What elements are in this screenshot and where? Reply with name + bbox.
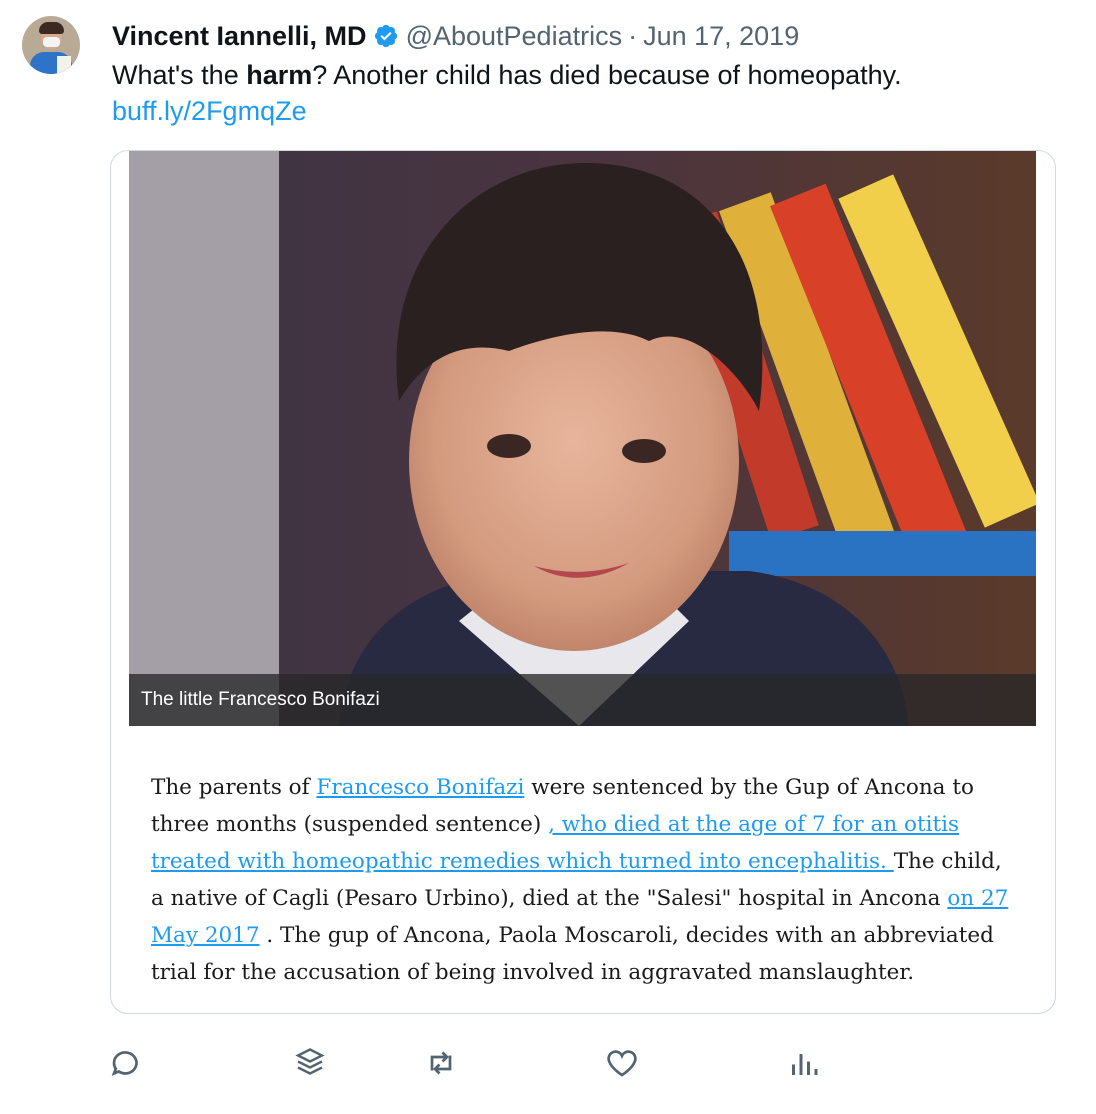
tweet-actions: [0, 1045, 1096, 1089]
photo-caption: The little Francesco Bonifazi: [129, 674, 1036, 726]
analytics-button[interactable]: [786, 1045, 822, 1081]
author-name[interactable]: Vincent Iannelli, MD: [112, 21, 367, 52]
tweet-date[interactable]: Jun 17, 2019: [643, 21, 799, 52]
stack-button[interactable]: [292, 1045, 328, 1081]
article-link-name[interactable]: Francesco Bonifazi: [316, 775, 524, 800]
child-portrait-image: [129, 151, 1036, 726]
reply-icon: [111, 1051, 138, 1076]
author-handle[interactable]: @AboutPediatrics: [406, 21, 623, 52]
reply-button[interactable]: [108, 1045, 144, 1081]
avatar-card: [57, 56, 71, 73]
article-excerpt: The parents of Francesco Bonifazi were s…: [151, 769, 1021, 991]
like-icon: [607, 1050, 637, 1077]
tweet-text-bold: harm: [246, 60, 313, 90]
stack-icon: [295, 1048, 325, 1075]
article-text-1: The parents of: [151, 775, 317, 800]
tweet-header: Vincent Iannelli, MD @AboutPediatrics · …: [112, 18, 799, 54]
tweet-text: What's the harm? Another child has died …: [112, 58, 902, 93]
tweet-link[interactable]: buff.ly/2FgmqZe: [112, 95, 307, 128]
like-button[interactable]: [604, 1045, 640, 1081]
media-card[interactable]: The little Francesco Bonifazi The parent…: [110, 150, 1056, 1014]
avatar[interactable]: [22, 16, 80, 74]
analytics-icon: [792, 1054, 818, 1075]
retweet-button[interactable]: [423, 1045, 459, 1081]
tweet-text-before: What's the: [112, 60, 247, 90]
tweet-text-after: ? Another child has died because of home…: [312, 60, 902, 90]
verified-badge-icon: [374, 24, 397, 48]
article-photo[interactable]: The little Francesco Bonifazi: [129, 151, 1036, 726]
avatar-mask: [43, 37, 60, 47]
avatar-hair: [39, 22, 64, 34]
retweet-icon: [430, 1051, 452, 1075]
separator-dot: ·: [628, 20, 638, 51]
article-text-4: . The gup of Ancona, Paola Moscaroli, de…: [151, 923, 994, 985]
